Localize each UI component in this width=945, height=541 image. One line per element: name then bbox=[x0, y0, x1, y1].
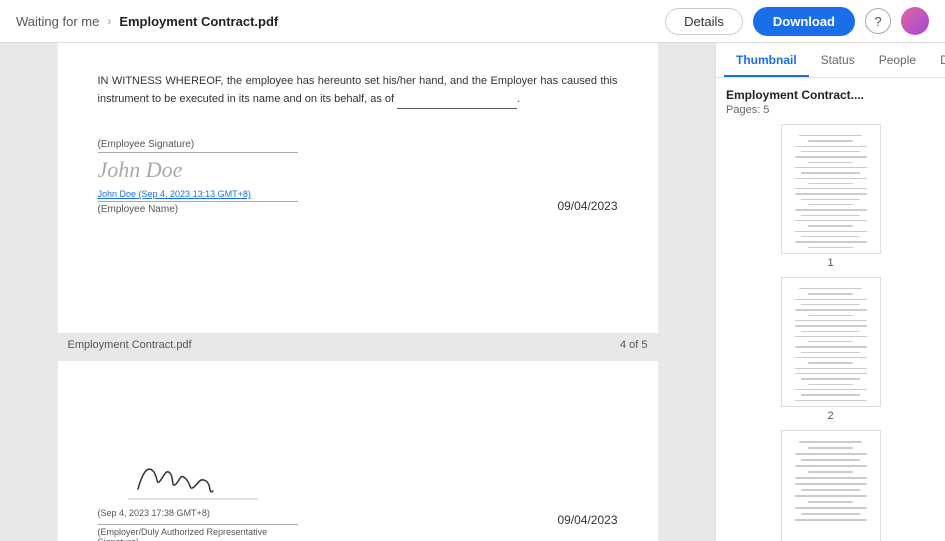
right-panel: Thumbnail Status People Details Employme… bbox=[715, 43, 945, 541]
thumb-img-2 bbox=[781, 277, 881, 407]
footer-page-count: 4 of 5 bbox=[620, 339, 648, 351]
employee-signed-info: John Doe (Sep 4, 2023 13:13 GMT+8) bbox=[98, 189, 298, 199]
body-text: IN WITNESS WHEREOF, the employee has her… bbox=[98, 73, 618, 109]
tab-people[interactable]: People bbox=[867, 43, 928, 77]
breadcrumb-waiting: Waiting for me bbox=[16, 14, 99, 29]
help-icon[interactable]: ? bbox=[865, 8, 891, 34]
thumb-img-inner-3 bbox=[782, 431, 880, 541]
avatar[interactable] bbox=[901, 7, 929, 35]
thumb-img-1 bbox=[781, 124, 881, 254]
tab-details[interactable]: Details bbox=[928, 43, 945, 77]
tab-status[interactable]: Status bbox=[809, 43, 867, 77]
details-button[interactable]: Details bbox=[665, 8, 743, 35]
page-footer-bar: Employment Contract.pdf 4 of 5 bbox=[58, 333, 658, 357]
download-button[interactable]: Download bbox=[753, 7, 855, 36]
thumbnail-panel: Employment Contract.... Pages: 5 bbox=[716, 78, 945, 541]
thumbnail-doc-title: Employment Contract.... bbox=[726, 88, 935, 102]
breadcrumb-chevron-icon: › bbox=[107, 14, 111, 28]
blank-line bbox=[397, 91, 517, 110]
employer-date: 09/04/2023 bbox=[557, 513, 617, 541]
breadcrumb-filename: Employment Contract.pdf bbox=[119, 14, 278, 29]
header-right: Details Download ? bbox=[665, 7, 929, 36]
thumb-page-num-1: 1 bbox=[827, 257, 833, 269]
page-card-5: (Sep 4, 2023 17:38 GMT+8) (Employer/Duly… bbox=[58, 361, 658, 541]
document-area: IN WITNESS WHEREOF, the employee has her… bbox=[0, 43, 715, 541]
employee-sig-label: (Employee Signature) bbox=[98, 139, 298, 153]
employer-sig-drawing bbox=[98, 451, 258, 506]
thumb-img-inner-2 bbox=[782, 278, 880, 406]
employer-sig-date-text: (Sep 4, 2023 17:38 GMT+8) bbox=[98, 508, 298, 518]
thumb-page-num-2: 2 bbox=[827, 410, 833, 422]
signature-section: (Employee Signature) John Doe John Doe (… bbox=[98, 139, 618, 215]
panel-tabs: Thumbnail Status People Details bbox=[716, 43, 945, 78]
page-card-4: IN WITNESS WHEREOF, the employee has her… bbox=[58, 43, 658, 333]
tab-thumbnail[interactable]: Thumbnail bbox=[724, 43, 809, 77]
signature-date: 09/04/2023 bbox=[557, 199, 617, 215]
thumb-img-inner-1 bbox=[782, 125, 880, 253]
thumbnail-page-1[interactable]: 1 bbox=[726, 124, 935, 269]
employer-signature-section: (Sep 4, 2023 17:38 GMT+8) (Employer/Duly… bbox=[98, 451, 618, 541]
thumbnail-page-2[interactable]: 2 bbox=[726, 277, 935, 422]
thumbnail-page-3[interactable]: 3 bbox=[726, 430, 935, 541]
thumbnail-pages-label: Pages: 5 bbox=[726, 104, 935, 116]
header: Waiting for me › Employment Contract.pdf… bbox=[0, 0, 945, 43]
thumb-img-3 bbox=[781, 430, 881, 541]
employee-name-label: (Employee Name) bbox=[98, 201, 298, 215]
footer-filename: Employment Contract.pdf bbox=[68, 339, 192, 351]
employer-sig-label: (Employer/Duly Authorized Representative… bbox=[98, 524, 298, 541]
header-left: Waiting for me › Employment Contract.pdf bbox=[16, 14, 278, 29]
employer-signature-block: (Sep 4, 2023 17:38 GMT+8) (Employer/Duly… bbox=[98, 451, 298, 541]
employee-signature-block: (Employee Signature) John Doe John Doe (… bbox=[98, 139, 298, 215]
main-layout: IN WITNESS WHEREOF, the employee has her… bbox=[0, 43, 945, 541]
thumbnail-container: 1 bbox=[726, 124, 935, 541]
employee-sig-name: John Doe bbox=[98, 157, 298, 183]
